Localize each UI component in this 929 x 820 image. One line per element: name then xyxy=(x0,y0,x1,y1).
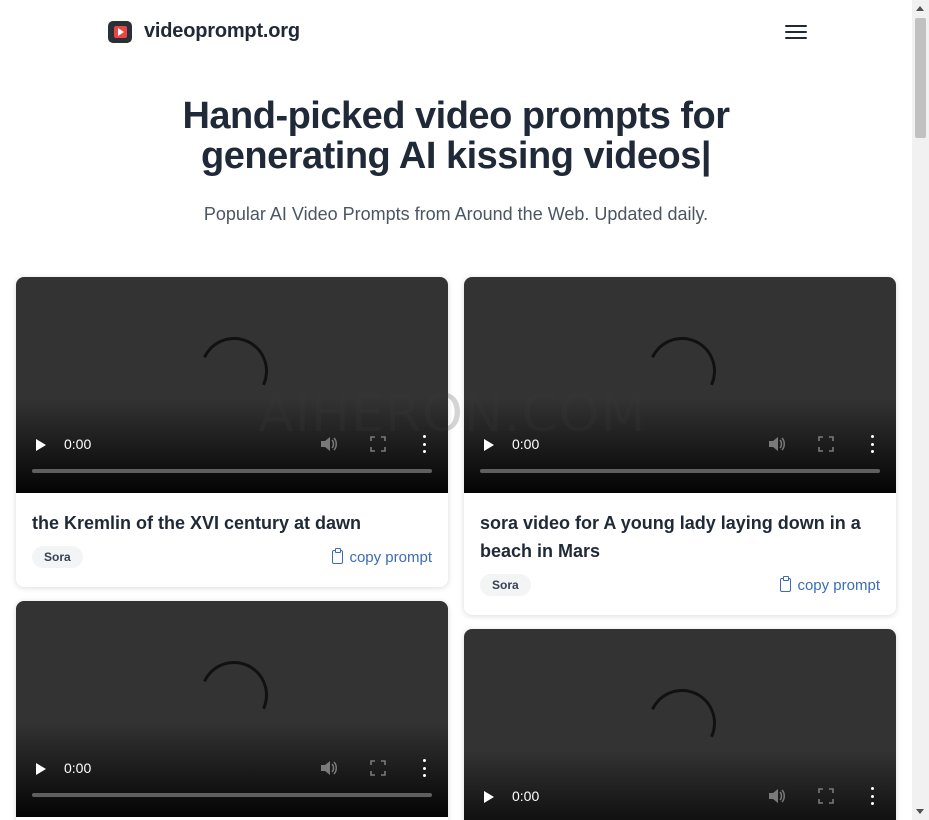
more-options-icon[interactable] xyxy=(420,759,428,777)
hamburger-menu-icon[interactable] xyxy=(785,22,807,42)
card-title: sora video for A young lady laying down … xyxy=(480,513,861,561)
video-controls: 0:00 xyxy=(464,423,896,493)
prompt-card: 0:00 the Kremlin of the XVI century at d… xyxy=(16,277,448,587)
play-logo-icon xyxy=(108,20,132,43)
more-options-icon[interactable] xyxy=(420,435,428,453)
video-time: 0:00 xyxy=(64,436,92,452)
fullscreen-icon[interactable] xyxy=(370,760,386,776)
video-player[interactable]: 0:00 xyxy=(16,277,448,493)
site-logo-link[interactable]: videoprompt.org xyxy=(108,20,300,43)
prompt-card: 0:00 xyxy=(16,601,448,820)
video-progress-bar[interactable] xyxy=(480,469,880,473)
copy-prompt-button[interactable]: copy prompt xyxy=(332,548,432,566)
volume-icon[interactable] xyxy=(320,760,338,776)
page-title-line-2: generating AI kissing videos| xyxy=(201,135,711,177)
copy-prompt-label: copy prompt xyxy=(797,576,880,594)
page-subtitle: Popular AI Video Prompts from Around the… xyxy=(203,204,709,224)
clipboard-icon xyxy=(780,576,792,592)
play-icon[interactable] xyxy=(484,439,494,451)
video-time: 0:00 xyxy=(512,788,540,804)
video-player[interactable]: 0:00 xyxy=(464,277,896,493)
video-time: 0:00 xyxy=(64,760,92,776)
model-badge[interactable]: Sora xyxy=(480,574,531,596)
card-title: the Kremlin of the XVI century at dawn xyxy=(32,513,362,533)
page-title-line-1: Hand-picked video prompts for xyxy=(182,95,730,137)
prompt-card: 0:00 xyxy=(464,629,896,820)
play-icon[interactable] xyxy=(36,439,46,451)
copy-prompt-label: copy prompt xyxy=(349,548,432,566)
page-scrollbar[interactable] xyxy=(912,0,929,820)
video-progress-bar[interactable] xyxy=(32,793,432,797)
scroll-thumb[interactable] xyxy=(915,18,926,138)
play-icon[interactable] xyxy=(36,763,46,775)
fullscreen-icon[interactable] xyxy=(818,436,834,452)
scroll-down-arrow-icon[interactable] xyxy=(916,809,924,814)
more-options-icon[interactable] xyxy=(868,435,876,453)
video-player[interactable]: 0:00 xyxy=(16,601,448,817)
page-title: Hand-picked video prompts for generating… xyxy=(100,96,812,176)
site-header: videoprompt.org xyxy=(0,0,912,64)
scroll-up-arrow-icon[interactable] xyxy=(916,6,924,11)
volume-icon[interactable] xyxy=(320,436,338,452)
volume-icon[interactable] xyxy=(768,788,786,804)
play-icon[interactable] xyxy=(484,791,494,803)
video-controls: 0:00 xyxy=(16,747,448,817)
fullscreen-icon[interactable] xyxy=(818,788,834,804)
more-options-icon[interactable] xyxy=(868,787,876,805)
model-badge[interactable]: Sora xyxy=(32,546,83,568)
clipboard-icon xyxy=(332,548,344,564)
video-time: 0:00 xyxy=(512,436,540,452)
video-controls: 0:00 xyxy=(464,775,896,820)
site-name: videoprompt.org xyxy=(144,20,300,42)
copy-prompt-button[interactable]: copy prompt xyxy=(780,576,880,594)
video-player[interactable]: 0:00 xyxy=(464,629,896,820)
prompt-card: 0:00 sora video for A young lady laying … xyxy=(464,277,896,615)
video-progress-bar[interactable] xyxy=(32,469,432,473)
fullscreen-icon[interactable] xyxy=(370,436,386,452)
volume-icon[interactable] xyxy=(768,436,786,452)
video-controls: 0:00 xyxy=(16,423,448,493)
